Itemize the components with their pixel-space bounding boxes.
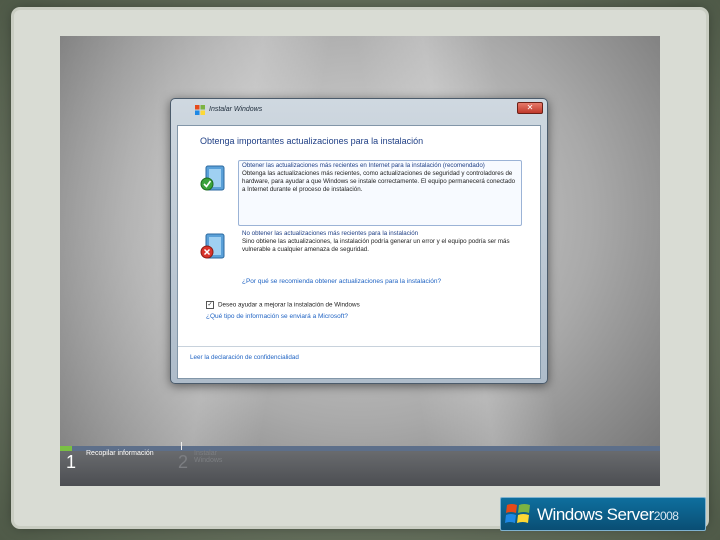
- option-description: Sino obtiene las actualizaciones, la ins…: [242, 238, 510, 253]
- option-title: Obtener las actualizaciones más reciente…: [242, 162, 485, 169]
- dialog-titlebar[interactable]: Instalar Windows ✕: [171, 99, 547, 121]
- improve-checkbox[interactable]: ✓: [206, 301, 214, 309]
- option-description: Obtenga las actualizaciones más reciente…: [242, 170, 516, 193]
- step-label-1: Recopilar información: [86, 450, 154, 457]
- step-number-1: 1: [66, 452, 77, 472]
- shield-x-icon: [200, 233, 225, 259]
- option-title: No obtener las actualizaciones más recie…: [242, 230, 419, 237]
- page-title: Obtenga importantes actualizaciones para…: [200, 136, 424, 146]
- privacy-link[interactable]: Leer la declaración de confidencialidad: [190, 354, 299, 361]
- setup-screen: Instalar Windows ✕ Obtenga importantes a…: [60, 36, 660, 486]
- checkbox-label: Deseo ayudar a mejorar la instalación de…: [218, 301, 360, 309]
- improve-checkbox-row[interactable]: ✓ Deseo ayudar a mejorar la instalación d…: [206, 301, 360, 309]
- windows-server-logo: Windows Server2008: [500, 497, 706, 531]
- close-button[interactable]: ✕: [517, 102, 543, 114]
- why-updates-link[interactable]: ¿Por qué se recomienda obtener actualiza…: [242, 278, 441, 285]
- option-text: Obtener las actualizaciones más reciente…: [242, 162, 518, 194]
- step-number-2: 2: [178, 452, 189, 472]
- dialog-title: Instalar Windows: [209, 106, 263, 113]
- dialog-content: Obtenga importantes actualizaciones para…: [177, 125, 541, 379]
- step-label-2: Instalar Windows: [194, 450, 223, 464]
- brand-year: 2008: [653, 509, 679, 523]
- slide-background: Instalar Windows ✕ Obtenga importantes a…: [0, 0, 720, 540]
- progress-fill: [60, 446, 72, 451]
- shield-check-icon: [200, 165, 225, 191]
- step-divider: [181, 442, 182, 450]
- windows-logo-icon: [195, 105, 205, 115]
- footer-divider: [178, 346, 540, 347]
- windows-flag-icon: [505, 504, 530, 523]
- install-dialog: Instalar Windows ✕ Obtenga importantes a…: [170, 98, 548, 384]
- brand-name: Windows Server: [537, 505, 654, 524]
- setup-progress-area: 1 Recopilar información 2 Instalar Windo…: [60, 442, 660, 486]
- option-text: No obtener las actualizaciones más recie…: [242, 230, 518, 254]
- brand-wordmark: Windows Server2008: [537, 505, 679, 525]
- info-sent-link[interactable]: ¿Qué tipo de información se enviará a Mi…: [206, 313, 348, 320]
